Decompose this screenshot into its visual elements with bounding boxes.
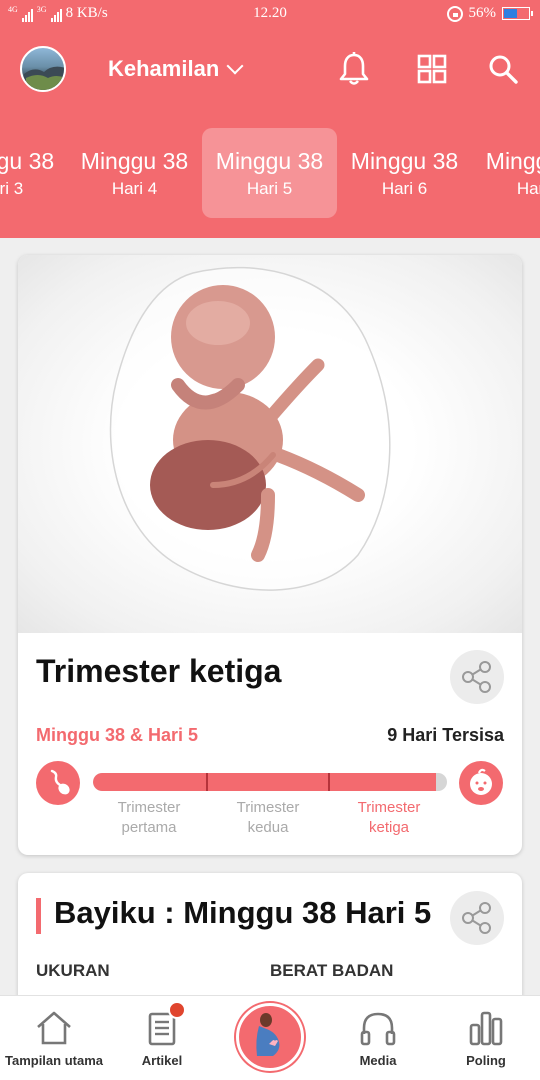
bell-icon[interactable]: [338, 52, 370, 86]
day-tab-day: Hari 7: [516, 179, 540, 198]
share-icon: [462, 902, 491, 934]
baby-face-icon: [459, 761, 503, 805]
nav-article-label: Artikel: [141, 1053, 183, 1068]
headphones-icon: [360, 1012, 396, 1046]
chevron-down-icon: [226, 57, 244, 75]
day-tab-day: Hari 5: [246, 179, 293, 198]
trimester-label-first: Trimester pertama: [89, 798, 209, 838]
share-button[interactable]: [450, 650, 504, 704]
nav-media-label: Media: [359, 1053, 397, 1068]
poll-icon: [469, 1011, 503, 1046]
battery-percent: 56%: [468, 5, 497, 21]
trimester-divider: [206, 773, 208, 791]
trimester-line2: kedua: [247, 819, 289, 836]
trimester-label-second: Trimester kedua: [208, 798, 328, 838]
day-tab-day: Hari 3: [0, 179, 24, 198]
grid-icon[interactable]: [416, 52, 448, 86]
day-tab-week: Minggu 38: [0, 148, 55, 174]
current-week-label: Minggu 38 & Hari 5: [36, 725, 199, 745]
pregnancy-center-button[interactable]: [236, 1003, 304, 1071]
card-title: Trimester ketiga: [36, 653, 282, 689]
home-icon: [37, 1011, 71, 1045]
header-title: Kehamilan: [108, 56, 220, 81]
day-tab-day: Hari 4: [111, 179, 158, 198]
title-accent-bar: [36, 898, 41, 934]
notification-badge: [168, 1001, 186, 1019]
trimester-line1: Trimester: [117, 799, 181, 816]
day-tab-day: Hari 6: [381, 179, 428, 198]
progress-fill: [93, 773, 437, 791]
trimester-card: Trimester ketiga Minggu 38 & Hari 5 9 Ha…: [18, 255, 522, 855]
day-tab-active[interactable]: Minggu 38 Hari 5: [202, 128, 337, 218]
nav-home[interactable]: Tampilan utama: [0, 996, 108, 1080]
nav-home-label: Tampilan utama: [4, 1053, 103, 1068]
avatar[interactable]: [20, 46, 66, 92]
nav-poll[interactable]: Poling: [432, 996, 540, 1080]
battery-icon: [502, 7, 533, 20]
nav-article[interactable]: Artikel: [108, 996, 216, 1080]
nav-media[interactable]: Media: [324, 996, 432, 1080]
nav-poll-label: Poling: [466, 1053, 506, 1068]
day-tab[interactable]: Minggu 38 Hari 7: [472, 128, 540, 218]
rotation-lock-icon: [446, 5, 463, 22]
app-header: Kehamilan Minggu 38 Hari 3 Minggu 38 Har…: [0, 28, 540, 238]
share-icon: [462, 661, 491, 693]
search-icon[interactable]: [487, 52, 519, 86]
weight-column-header: BERAT BADAN: [270, 961, 394, 980]
pregnancy-icon: [256, 1013, 280, 1056]
day-tab-week: Minggu 38: [485, 148, 540, 174]
trimester-line1: Trimester: [236, 799, 300, 816]
size-column-header: UKURAN: [36, 961, 110, 980]
trimester-label-third: Trimester ketiga: [329, 798, 449, 838]
day-tab-week: Minggu 38: [215, 148, 324, 174]
day-tab[interactable]: Minggu 38 Hari 4: [67, 128, 202, 218]
day-tab[interactable]: Minggu 38 Hari 3: [0, 128, 68, 218]
pregnancy-progress-bar: [93, 773, 447, 791]
trimester-line2: ketiga: [368, 819, 410, 836]
trimester-line1: Trimester: [357, 799, 421, 816]
day-tab-week: Minggu 38: [80, 148, 189, 174]
trimester-line2: pertama: [121, 819, 177, 836]
share-button[interactable]: [450, 891, 504, 945]
days-remaining: 9 Hari Tersisa: [387, 725, 504, 745]
sperm-icon: [36, 761, 80, 805]
baby-card-title: Bayiku : Minggu 38 Hari 5: [54, 895, 432, 930]
fetus-illustration: [18, 255, 522, 633]
day-tabs: Minggu 38 Hari 3 Minggu 38 Hari 4 Minggu…: [0, 128, 540, 218]
pregnancy-selector[interactable]: Kehamilan: [108, 56, 244, 82]
day-tab-week: Minggu 38: [350, 148, 459, 174]
status-bar: 4G 3G 8 KB/s 12.20 56%: [0, 0, 540, 28]
day-tab[interactable]: Minggu 38 Hari 6: [337, 128, 472, 218]
trimester-divider: [328, 773, 330, 791]
